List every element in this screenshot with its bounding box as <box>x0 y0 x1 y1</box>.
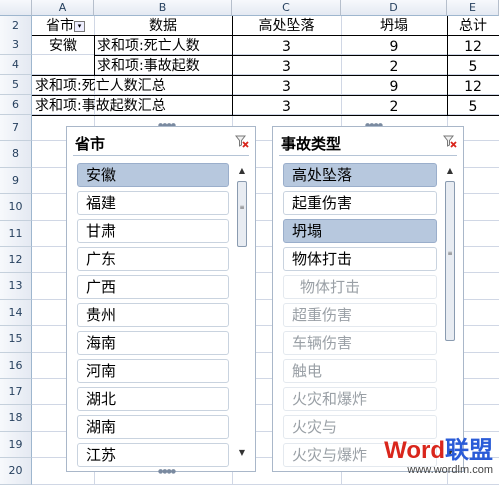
row-header[interactable]: 15 <box>0 326 32 353</box>
slicer-item[interactable]: 江苏 <box>77 443 229 467</box>
row-header[interactable]: 11 <box>0 220 32 247</box>
slicer-item[interactable]: 湖北 <box>77 387 229 411</box>
pivot-province-cell[interactable]: 安徽 <box>32 37 94 55</box>
pivot-total-cell[interactable]: 3 <box>232 98 341 116</box>
slicer-title-divider <box>73 155 249 156</box>
watermark-brand: Word联盟 <box>384 437 493 464</box>
row-header[interactable]: 12 <box>0 247 32 274</box>
clear-filter-icon[interactable] <box>442 133 457 148</box>
pivot-data-header[interactable]: 数据 <box>94 17 232 35</box>
pivot-total-label[interactable]: 求和项:事故起数汇总 <box>35 97 166 115</box>
pivot-value-cell[interactable]: 12 <box>447 38 499 56</box>
pivot-value-cell[interactable]: 3 <box>232 38 341 56</box>
pivot-row-label[interactable]: 求和项:死亡人数 <box>97 37 200 55</box>
column-header-b[interactable]: B <box>94 0 232 16</box>
pivot-col-header-c[interactable]: 高处坠落 <box>232 17 341 35</box>
clear-filter-icon[interactable] <box>234 133 249 148</box>
slicer-item[interactable]: 广东 <box>77 247 229 271</box>
slicer-title: 事故类型 <box>281 135 342 153</box>
slicer-item[interactable]: 河南 <box>77 359 229 383</box>
slicer-item[interactable]: 坍塌 <box>283 219 437 243</box>
scrollbar-thumb[interactable]: ≡ <box>237 181 247 247</box>
row-header[interactable]: 6 <box>0 95 32 115</box>
row-header[interactable]: 10 <box>0 194 32 221</box>
slicer-accident-type[interactable]: 事故类型 高处坠落 起重伤害 坍塌 物体打击 物体打击 超重伤害 车辆伤害 触电 火灾和爆炸 火灾… <box>272 126 464 472</box>
corner-header[interactable] <box>0 0 32 16</box>
row-header[interactable]: 16 <box>0 352 32 379</box>
row-header[interactable]: 5 <box>0 75 32 95</box>
pivot-value-cell[interactable]: 5 <box>447 58 499 76</box>
row-header[interactable]: 14 <box>0 299 32 327</box>
pivot-value-cell[interactable]: 3 <box>232 58 341 76</box>
slicer-item[interactable]: 触电 <box>283 359 437 383</box>
row-header[interactable]: 7 <box>0 115 32 142</box>
row-header[interactable]: 4 <box>0 55 32 75</box>
pivot-total-cell[interactable]: 3 <box>232 78 341 96</box>
pivot-total-label[interactable]: 求和项:死亡人数汇总 <box>35 77 166 95</box>
slicer-item[interactable]: 海南 <box>77 331 229 355</box>
pivot-row-field-header[interactable]: 省市 ▾ <box>46 17 85 35</box>
spreadsheet: A B C D E 2 3 4 5 6 7 8 9 10 11 12 13 14 15 16 17 18 19 20… <box>0 0 499 485</box>
scrollbar-thumb[interactable]: ≡ <box>445 181 455 341</box>
pivot-total-cell[interactable]: 5 <box>447 98 499 116</box>
column-header-c[interactable]: C <box>232 0 341 16</box>
slicer-scrollbar[interactable]: ▲ ≡ ▼ <box>235 165 249 461</box>
slicer-item[interactable]: 广西 <box>77 275 229 299</box>
row-header[interactable]: 8 <box>0 141 32 168</box>
pivot-row-label[interactable]: 求和项:事故起数 <box>97 57 200 75</box>
pivot-total-cell[interactable]: 2 <box>341 98 447 116</box>
column-header-a[interactable]: A <box>32 0 94 16</box>
scroll-up-arrow[interactable]: ▲ <box>443 165 457 177</box>
scroll-down-arrow[interactable]: ▼ <box>235 447 249 459</box>
slicer-title-divider <box>279 155 457 156</box>
watermark-url: www.wordlm.com <box>407 464 493 476</box>
slicer-item[interactable]: 物体打击 <box>283 275 437 299</box>
slicer-item[interactable]: 甘肃 <box>77 219 229 243</box>
slicer-item[interactable]: 物体打击 <box>283 247 437 271</box>
row-header[interactable]: 19 <box>0 431 32 459</box>
pivot-value-cell[interactable]: 9 <box>341 38 447 56</box>
pivot-col-header-d[interactable]: 坍塌 <box>341 17 447 35</box>
pivot-total-cell[interactable]: 12 <box>447 78 499 96</box>
slicer-item[interactable]: 安徽 <box>77 163 229 187</box>
pivot-total-cell[interactable]: 9 <box>341 78 447 96</box>
slicer-item[interactable]: 湖南 <box>77 415 229 439</box>
slicer-item[interactable]: 贵州 <box>77 303 229 327</box>
slicer-province[interactable]: 省市 安徽福建甘肃广东广西贵州海南河南湖北湖南江苏 ▲ ≡ ▼ <box>66 126 256 472</box>
slicer-item[interactable]: 车辆伤害 <box>283 331 437 355</box>
column-header-e[interactable]: E <box>447 0 499 16</box>
slicer-resize-handle[interactable]: ●●●● <box>158 469 176 475</box>
filter-dropdown-icon[interactable]: ▾ <box>74 20 85 32</box>
slicer-item[interactable]: 高处坠落 <box>283 163 437 187</box>
row-header[interactable]: 17 <box>0 379 32 406</box>
slicer-item[interactable]: 起重伤害 <box>283 191 437 215</box>
row-header[interactable]: 9 <box>0 167 32 195</box>
slicer-item[interactable]: 超重伤害 <box>283 303 437 327</box>
pivot-col-header-e[interactable]: 总计 <box>447 17 499 35</box>
row-header[interactable]: 2 <box>0 16 32 36</box>
watermark: Word联盟 www.wordlm.com <box>381 438 493 478</box>
slicer-item[interactable]: 火灾与 <box>283 415 437 439</box>
slicer-scrollbar[interactable]: ▲ ≡ ▼ <box>443 165 457 461</box>
row-header[interactable]: 20 <box>0 458 32 485</box>
slicer-item[interactable]: 火灾和爆炸 <box>283 387 437 411</box>
row-header[interactable]: 3 <box>0 35 32 55</box>
row-header[interactable]: 18 <box>0 405 32 432</box>
row-header[interactable]: 13 <box>0 273 32 300</box>
scroll-up-arrow[interactable]: ▲ <box>235 165 249 177</box>
pivot-value-cell[interactable]: 2 <box>341 58 447 76</box>
slicer-title: 省市 <box>75 135 106 153</box>
slicer-item[interactable]: 福建 <box>77 191 229 215</box>
column-header-d[interactable]: D <box>341 0 447 16</box>
